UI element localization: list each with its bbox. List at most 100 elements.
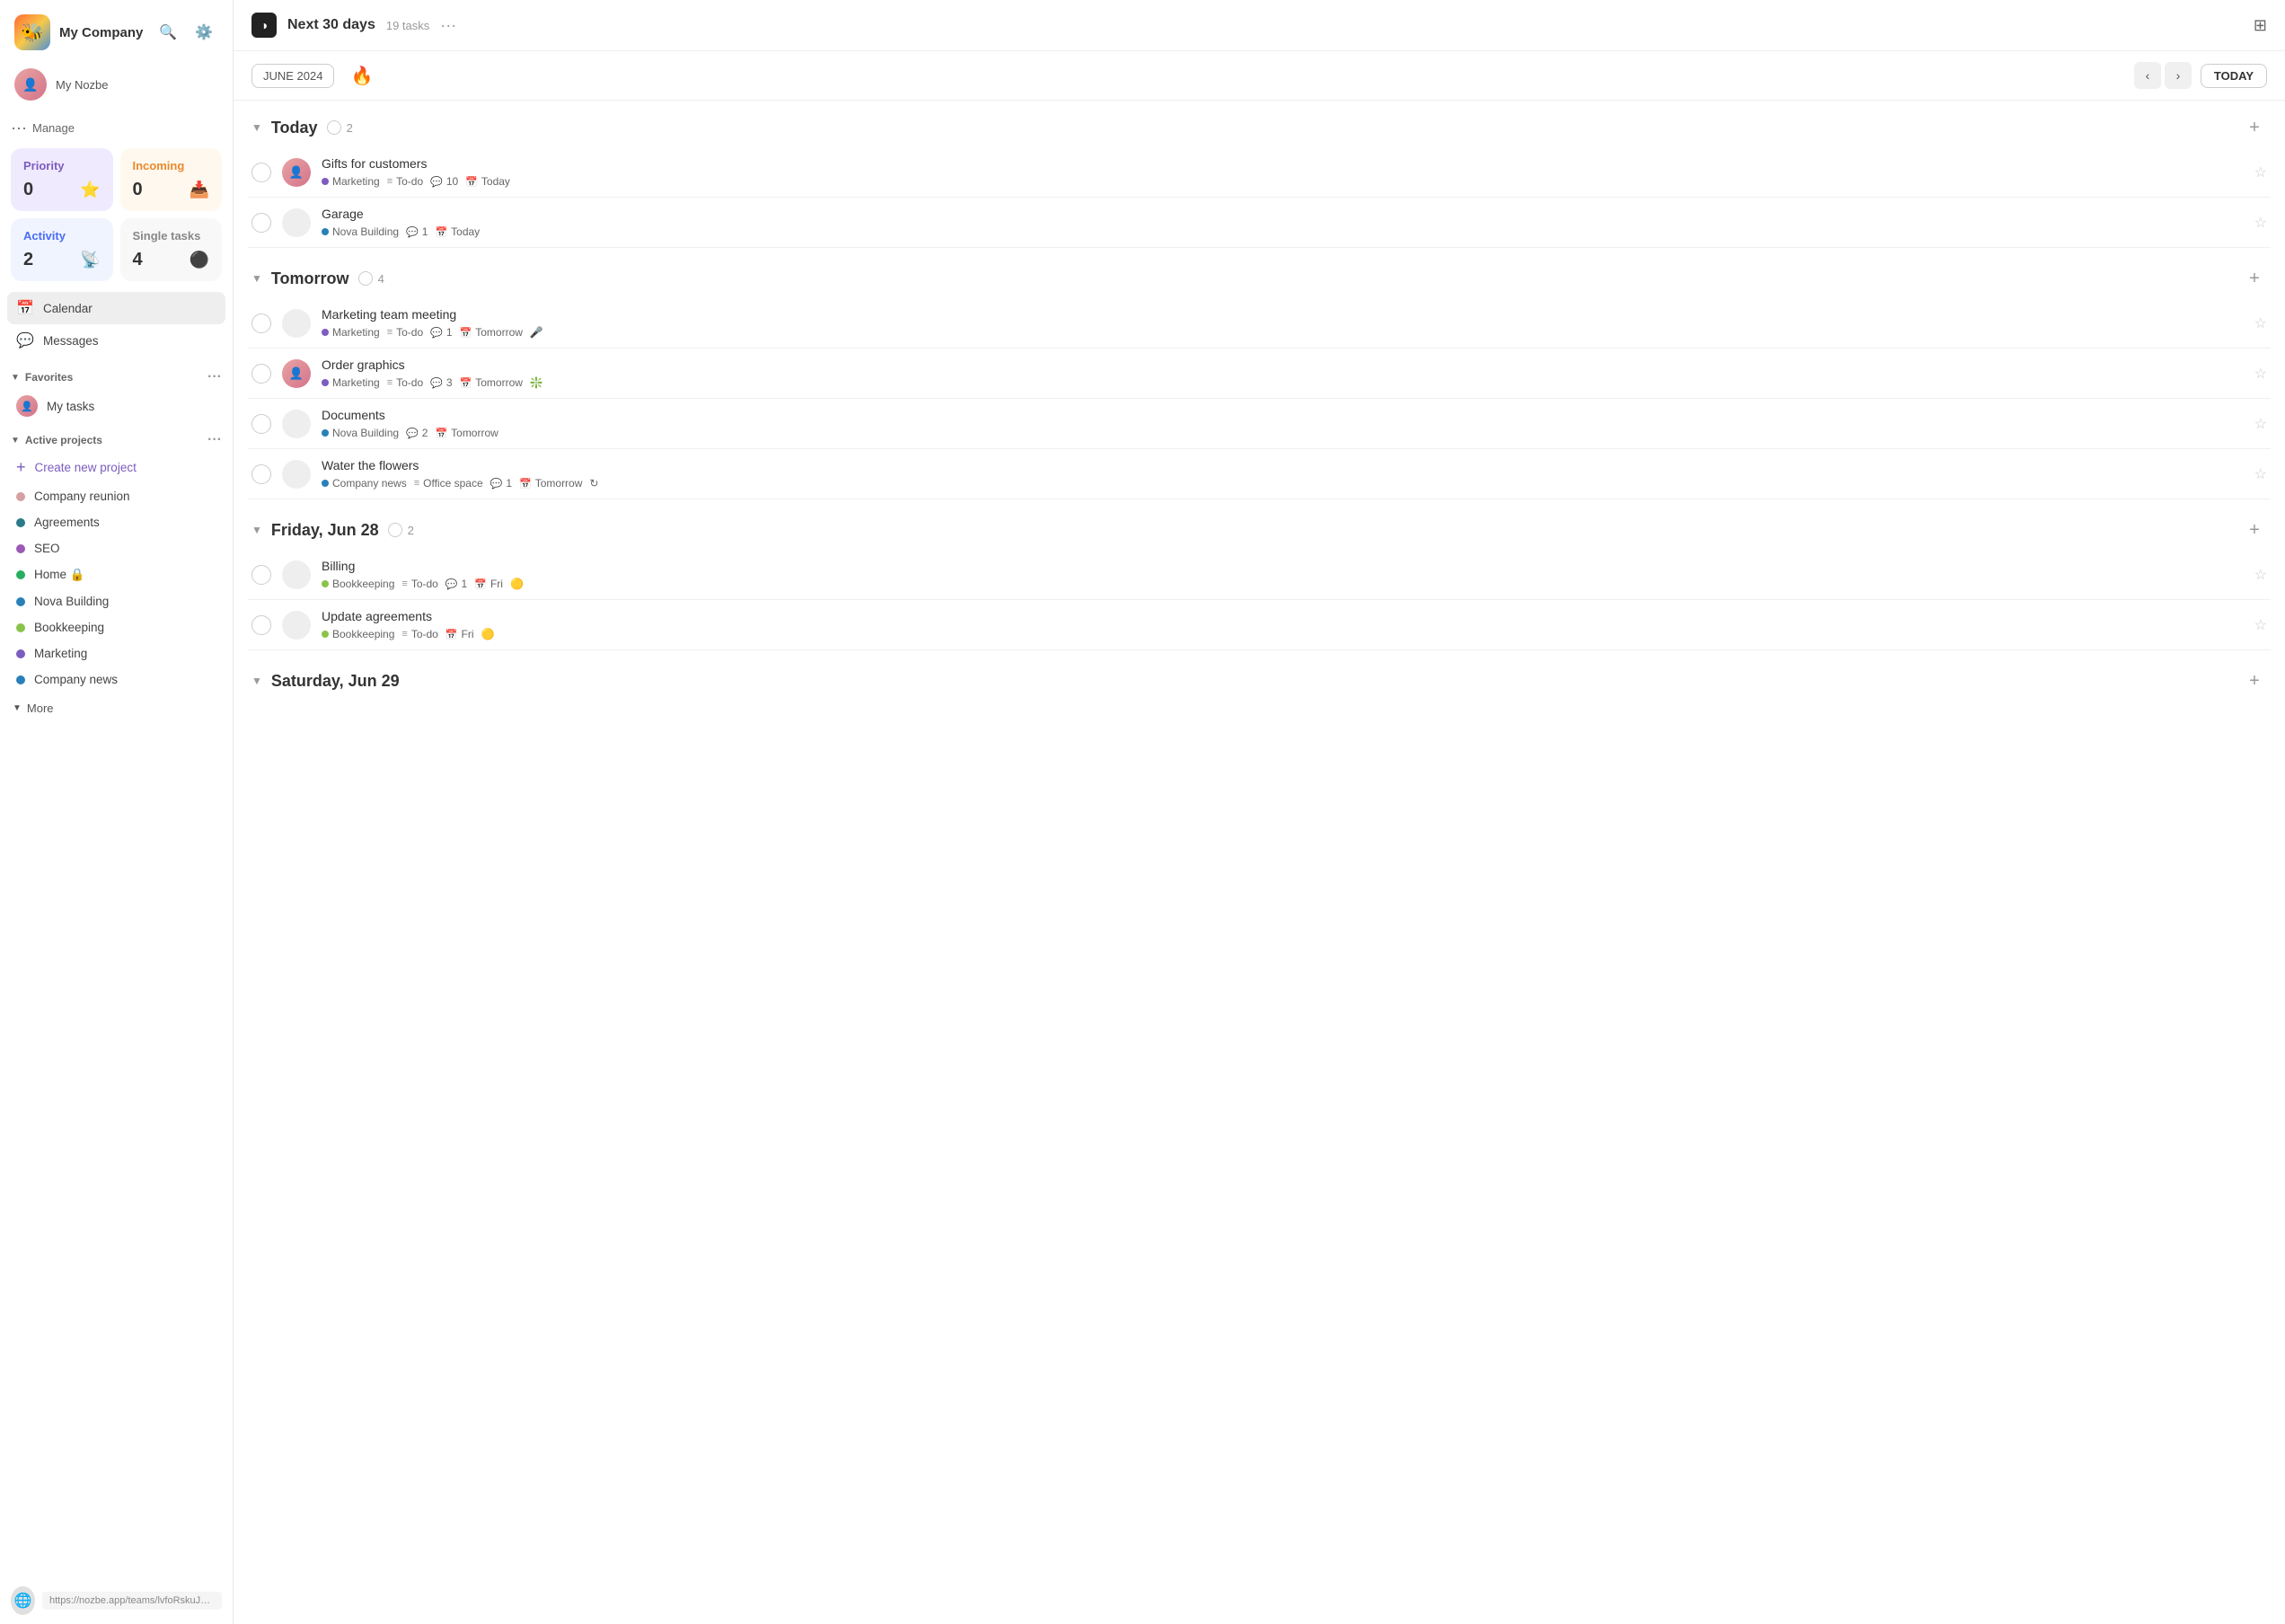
calendar-bar: JUNE 2024 🔥 ‹ › TODAY xyxy=(234,51,2285,101)
project-dot xyxy=(322,480,329,487)
search-button[interactable]: 🔍 xyxy=(154,18,182,47)
task-checkbox[interactable] xyxy=(251,414,271,434)
manage-section[interactable]: ··· Manage xyxy=(0,111,233,141)
date-tag: 📅 Today xyxy=(435,225,480,238)
saturday-chevron[interactable]: ▼ xyxy=(251,675,262,687)
add-today-btn[interactable]: + xyxy=(2242,115,2267,140)
table-row: Billing Bookkeeping ≡ To-do 💬 1 xyxy=(248,550,2271,600)
task-checkbox[interactable] xyxy=(251,615,271,635)
next-btn[interactable]: › xyxy=(2165,62,2192,89)
add-tomorrow-btn[interactable]: + xyxy=(2242,266,2267,291)
activity-card[interactable]: Activity 2 📡 xyxy=(11,218,113,281)
table-row: 👤 Order graphics Marketing ≡ To-do xyxy=(248,349,2271,399)
list-icon: ≡ xyxy=(387,176,393,187)
star-button[interactable]: ☆ xyxy=(2254,465,2267,483)
project-home[interactable]: Home 🔒 xyxy=(4,561,229,588)
calendar-icon: 📅 xyxy=(460,327,472,339)
task-checkbox[interactable] xyxy=(251,364,271,384)
project-nova-building[interactable]: Nova Building xyxy=(4,588,229,614)
month-badge[interactable]: JUNE 2024 xyxy=(251,64,334,88)
task-title[interactable]: Update agreements xyxy=(322,609,2244,623)
project-tag: Bookkeeping xyxy=(322,578,394,590)
today-chevron[interactable]: ▼ xyxy=(251,121,262,134)
tomorrow-chevron[interactable]: ▼ xyxy=(251,272,262,285)
create-project-icon: + xyxy=(16,458,26,477)
project-company-reunion[interactable]: Company reunion xyxy=(4,483,229,509)
topbar-search-btn[interactable]: ⊞ xyxy=(2254,16,2267,35)
avatar xyxy=(282,309,311,338)
add-friday-btn[interactable]: + xyxy=(2242,517,2267,543)
calendar-icon: 📅 xyxy=(446,629,458,640)
star-button[interactable]: ☆ xyxy=(2254,214,2267,232)
category-name: To-do xyxy=(411,578,438,590)
incoming-card[interactable]: Incoming 0 📥 xyxy=(120,148,223,211)
friday-chevron[interactable]: ▼ xyxy=(251,524,262,536)
task-checkbox[interactable] xyxy=(251,313,271,333)
friday-count: 2 xyxy=(388,523,414,537)
sidebar-actions: 🔍 ⚙️ xyxy=(154,18,218,47)
project-agreements[interactable]: Agreements xyxy=(4,509,229,535)
task-content: Documents Nova Building 💬 2 📅 Tomorro xyxy=(322,408,2244,439)
nav-calendar[interactable]: 📅 Calendar xyxy=(7,292,225,324)
task-title[interactable]: Gifts for customers xyxy=(322,156,2244,171)
globe-button[interactable]: 🌐 xyxy=(11,1586,35,1615)
task-checkbox[interactable] xyxy=(251,163,271,182)
project-company-news[interactable]: Company news xyxy=(4,666,229,693)
friday-section: ▼ Friday, Jun 28 2 + Billing Book xyxy=(248,503,2271,650)
project-label: Marketing xyxy=(34,647,87,660)
create-project-btn[interactable]: + Create new project xyxy=(4,452,229,483)
task-title[interactable]: Documents xyxy=(322,408,2244,422)
task-meta: Marketing ≡ To-do 💬 3 📅 Tomorrow xyxy=(322,376,2244,389)
star-button[interactable]: ☆ xyxy=(2254,365,2267,383)
project-label: Company news xyxy=(34,673,118,686)
project-tag: Nova Building xyxy=(322,427,399,439)
task-title[interactable]: Marketing team meeting xyxy=(322,307,2244,322)
projects-chevron[interactable]: ▼ xyxy=(11,436,20,446)
favorite-my-tasks[interactable]: 👤 My tasks xyxy=(4,389,229,423)
favorites-more-btn[interactable]: ··· xyxy=(207,369,222,385)
task-title[interactable]: Water the flowers xyxy=(322,458,2244,472)
single-tasks-card[interactable]: Single tasks 4 ⚫ xyxy=(120,218,223,281)
task-meta: Nova Building 💬 1 📅 Today xyxy=(322,225,2244,238)
favorites-chevron[interactable]: ▼ xyxy=(11,373,20,383)
more-section[interactable]: ▼ More xyxy=(0,693,233,724)
task-title[interactable]: Order graphics xyxy=(322,357,2244,372)
topbar-more-btn[interactable]: ··· xyxy=(440,16,456,35)
star-button[interactable]: ☆ xyxy=(2254,616,2267,634)
projects-more-btn[interactable]: ··· xyxy=(207,432,222,448)
project-seo[interactable]: SEO xyxy=(4,535,229,561)
star-button[interactable]: ☆ xyxy=(2254,163,2267,181)
date-text: Tomorrow xyxy=(475,326,523,339)
settings-button[interactable]: ⚙️ xyxy=(190,18,218,47)
project-bookkeeping[interactable]: Bookkeeping xyxy=(4,614,229,640)
task-checkbox[interactable] xyxy=(251,464,271,484)
task-checkbox[interactable] xyxy=(251,565,271,585)
today-button[interactable]: TODAY xyxy=(2201,64,2267,88)
star-button[interactable]: ☆ xyxy=(2254,566,2267,584)
task-meta: Bookkeeping ≡ To-do 📅 Fri 🟡 xyxy=(322,628,2244,640)
prev-btn[interactable]: ‹ xyxy=(2134,62,2161,89)
task-checkbox[interactable] xyxy=(251,213,271,233)
priority-card[interactable]: Priority 0 ⭐ xyxy=(11,148,113,211)
task-title[interactable]: Garage xyxy=(322,207,2244,221)
activity-count: 2 xyxy=(23,250,33,270)
circle-icon xyxy=(388,523,402,537)
extra-icon: 🎤 xyxy=(530,326,543,339)
friday-title: Friday, Jun 28 xyxy=(271,521,379,540)
task-meta: Marketing ≡ To-do 💬 10 📅 Today xyxy=(322,175,2244,188)
project-label: Agreements xyxy=(34,516,100,529)
task-title[interactable]: Billing xyxy=(322,559,2244,573)
avatar: 👤 xyxy=(282,359,311,388)
add-saturday-btn[interactable]: + xyxy=(2242,668,2267,693)
project-name: Marketing xyxy=(332,376,380,389)
user-section[interactable]: 👤 My Nozbe xyxy=(0,61,233,111)
nav-messages[interactable]: 💬 Messages xyxy=(7,324,225,357)
comments-tag: 💬 2 xyxy=(406,427,428,439)
tomorrow-header: ▼ Tomorrow 4 + xyxy=(248,252,2271,298)
project-tag: Marketing xyxy=(322,326,380,339)
tomorrow-section: ▼ Tomorrow 4 + Marketing team meeting xyxy=(248,252,2271,499)
star-button[interactable]: ☆ xyxy=(2254,415,2267,433)
star-button[interactable]: ☆ xyxy=(2254,314,2267,332)
date-tag: 📅 Tomorrow xyxy=(460,326,523,339)
project-marketing[interactable]: Marketing xyxy=(4,640,229,666)
